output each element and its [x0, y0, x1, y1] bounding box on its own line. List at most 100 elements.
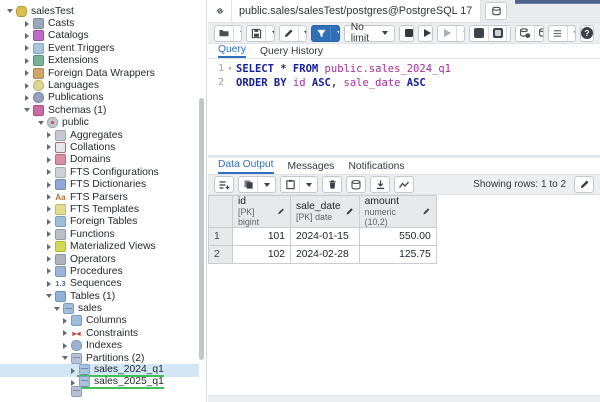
grid-corner-cell[interactable] — [209, 196, 233, 228]
tab-query-history[interactable]: Query History — [260, 46, 323, 58]
tree-item-sales-2024-q1[interactable]: sales_2024_q1 — [0, 364, 199, 376]
tree-item-collations[interactable]: Collations — [0, 141, 199, 153]
download-results-button[interactable] — [371, 177, 389, 192]
tree-item-operators[interactable]: Operators — [0, 253, 199, 265]
add-row-button[interactable] — [215, 177, 233, 192]
delete-row-button[interactable] — [323, 177, 341, 192]
cell-id[interactable]: 101 — [233, 228, 291, 246]
tree-item-indexes[interactable]: Indexes — [0, 340, 199, 352]
edit-rows-button[interactable] — [575, 177, 593, 192]
explain-analyze-button[interactable] — [488, 26, 506, 41]
cell-sale_date[interactable]: 2024-02-28 — [291, 246, 360, 264]
chevron-right-icon[interactable] — [44, 268, 53, 274]
tree-item-publications[interactable]: Publications — [0, 92, 199, 104]
pencil-icon[interactable] — [345, 207, 354, 216]
tree-item-fts-parsers[interactable]: AaFTS Parsers — [0, 191, 199, 203]
open-file-options-chevron[interactable] — [233, 26, 242, 41]
chevron-down-icon[interactable] — [44, 294, 53, 298]
tree-item-schemas-1-[interactable]: Schemas (1) — [0, 104, 199, 116]
chevron-right-icon[interactable] — [44, 157, 53, 163]
tree-item-foreign-tables[interactable]: Foreign Tables — [0, 216, 199, 228]
execute-button[interactable] — [419, 26, 433, 41]
chevron-down-icon[interactable] — [60, 356, 69, 360]
rollback-button[interactable] — [534, 26, 543, 41]
chevron-right-icon[interactable] — [44, 194, 53, 200]
copy-button[interactable] — [239, 177, 257, 192]
horizontal-scrollbar[interactable] — [208, 395, 600, 402]
chevron-right-icon[interactable] — [68, 368, 77, 374]
edit-options-chevron[interactable] — [298, 26, 307, 41]
tree-item-aggregates[interactable]: Aggregates — [0, 129, 199, 141]
pencil-icon[interactable] — [277, 207, 285, 216]
tree-item-procedures[interactable]: Procedures — [0, 265, 199, 277]
tree-item-sales[interactable]: sales — [0, 302, 199, 314]
open-file-button[interactable] — [215, 26, 233, 41]
tab-query[interactable]: Query — [218, 44, 246, 58]
chevron-right-icon[interactable] — [60, 330, 69, 336]
cell-amount[interactable]: 550.00 — [359, 228, 436, 246]
chevron-right-icon[interactable] — [44, 281, 53, 287]
tree-item-columns[interactable]: Columns — [0, 315, 199, 327]
paste-options-chevron[interactable] — [299, 177, 317, 192]
tree-item-event-triggers[interactable]: Event Triggers — [0, 42, 199, 54]
tab-notifications[interactable]: Notifications — [348, 161, 404, 174]
editor-line[interactable]: 2ORDER BY id ASC, sale_date ASC — [208, 76, 600, 90]
tree-item-sequences[interactable]: 1.3Sequences — [0, 278, 199, 290]
tree-item-domains[interactable]: Domains — [0, 154, 199, 166]
chevron-right-icon[interactable] — [44, 206, 53, 212]
cell-id[interactable]: 102 — [233, 246, 291, 264]
chevron-down-icon[interactable] — [52, 307, 61, 311]
chevron-right-icon[interactable] — [22, 70, 31, 76]
chevron-right-icon[interactable] — [22, 33, 31, 39]
tab-messages[interactable]: Messages — [288, 161, 335, 174]
chevron-right-icon[interactable] — [60, 318, 69, 324]
copy-options-chevron[interactable] — [257, 177, 275, 192]
chevron-right-icon[interactable] — [44, 219, 53, 225]
fold-chevron-icon[interactable]: ▾ — [224, 62, 236, 76]
tree-item-tables-1-[interactable]: Tables (1) — [0, 290, 199, 302]
chevron-right-icon[interactable] — [60, 343, 69, 349]
column-header-id[interactable]: id[PK] bigint — [233, 196, 291, 228]
graph-visualiser-button[interactable] — [395, 177, 413, 192]
tree-item-materialized-views[interactable]: Materialized Views — [0, 240, 199, 252]
chevron-down-icon[interactable] — [36, 121, 45, 125]
tree-item-partial[interactable] — [0, 389, 199, 393]
chevron-right-icon[interactable] — [44, 132, 53, 138]
tree-item-fts-configurations[interactable]: FTS Configurations — [0, 166, 199, 178]
sidebar-scrollbar-thumb[interactable] — [199, 98, 204, 360]
cell-amount[interactable]: 125.75 — [359, 246, 436, 264]
chevron-right-icon[interactable] — [22, 83, 31, 89]
tree-item-public[interactable]: public — [0, 117, 199, 129]
execute-current-button[interactable] — [438, 26, 456, 41]
cell-sale_date[interactable]: 2024-01-15 — [291, 228, 360, 246]
tree-item-fts-templates[interactable]: FTS Templates — [0, 203, 199, 215]
tree-item-extensions[interactable]: Extensions — [0, 55, 199, 67]
tree-item-catalogs[interactable]: Catalogs — [0, 30, 199, 42]
macros-button[interactable] — [549, 26, 567, 41]
sql-editor[interactable]: 1▾SELECT * FROM public.sales_2024_q12ORD… — [208, 59, 600, 155]
tree-item-fts-dictionaries[interactable]: FTS Dictionaries — [0, 178, 199, 190]
tree-item-casts[interactable]: Casts — [0, 17, 199, 29]
editor-line[interactable]: 1▾SELECT * FROM public.sales_2024_q1 — [208, 62, 600, 76]
table-row[interactable]: 21022024-02-28125.75 — [209, 246, 437, 264]
pencil-icon[interactable] — [422, 207, 430, 216]
tab-data-output[interactable]: Data Output — [218, 159, 274, 174]
tree-item-salestest[interactable]: salesTest — [0, 5, 199, 17]
chevron-right-icon[interactable] — [44, 144, 53, 150]
sidebar-scrollbar[interactable] — [199, 0, 204, 402]
tree-item-languages[interactable]: Languages — [0, 79, 199, 91]
edit-button[interactable] — [280, 26, 298, 41]
chevron-right-icon[interactable] — [22, 45, 31, 51]
chevron-right-icon[interactable] — [44, 256, 53, 262]
connection-tab[interactable]: public.sales/salesTest/postgres@PostgreS… — [208, 0, 481, 22]
tree-item-foreign-data-wrappers[interactable]: Foreign Data Wrappers — [0, 67, 199, 79]
paste-button[interactable] — [281, 177, 299, 192]
chevron-right-icon[interactable] — [44, 231, 53, 237]
tree-item-functions[interactable]: Functions — [0, 228, 199, 240]
tree-item-constraints[interactable]: ▸◂Constraints — [0, 327, 199, 339]
tree-item-sales-2025-q1[interactable]: sales_2025_q1 — [0, 377, 199, 389]
chevron-right-icon[interactable] — [22, 21, 31, 27]
column-header-amount[interactable]: amountnumeric (10,2) — [359, 196, 436, 228]
filter-button[interactable] — [312, 26, 330, 41]
explain-options-chevron[interactable] — [506, 26, 511, 41]
